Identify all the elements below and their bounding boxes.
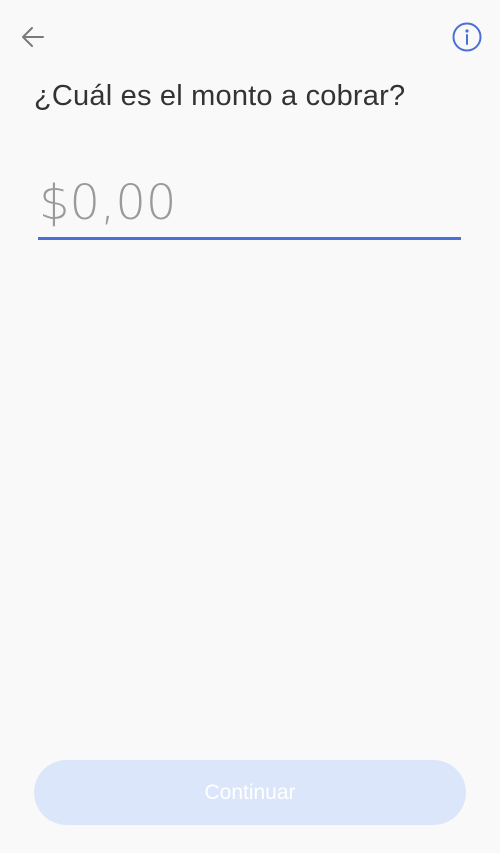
back-button[interactable]	[16, 20, 50, 54]
page-title: ¿Cuál es el monto a cobrar?	[34, 80, 406, 112]
arrow-left-icon	[22, 27, 44, 47]
amount-input[interactable]	[38, 170, 461, 236]
screen: ¿Cuál es el monto a cobrar? Continuar	[0, 0, 500, 853]
continue-button-label: Continuar	[204, 780, 296, 804]
amount-field[interactable]	[38, 170, 461, 240]
continue-button[interactable]: Continuar	[34, 760, 466, 825]
info-button[interactable]	[450, 20, 484, 54]
info-circle-icon	[452, 22, 482, 52]
